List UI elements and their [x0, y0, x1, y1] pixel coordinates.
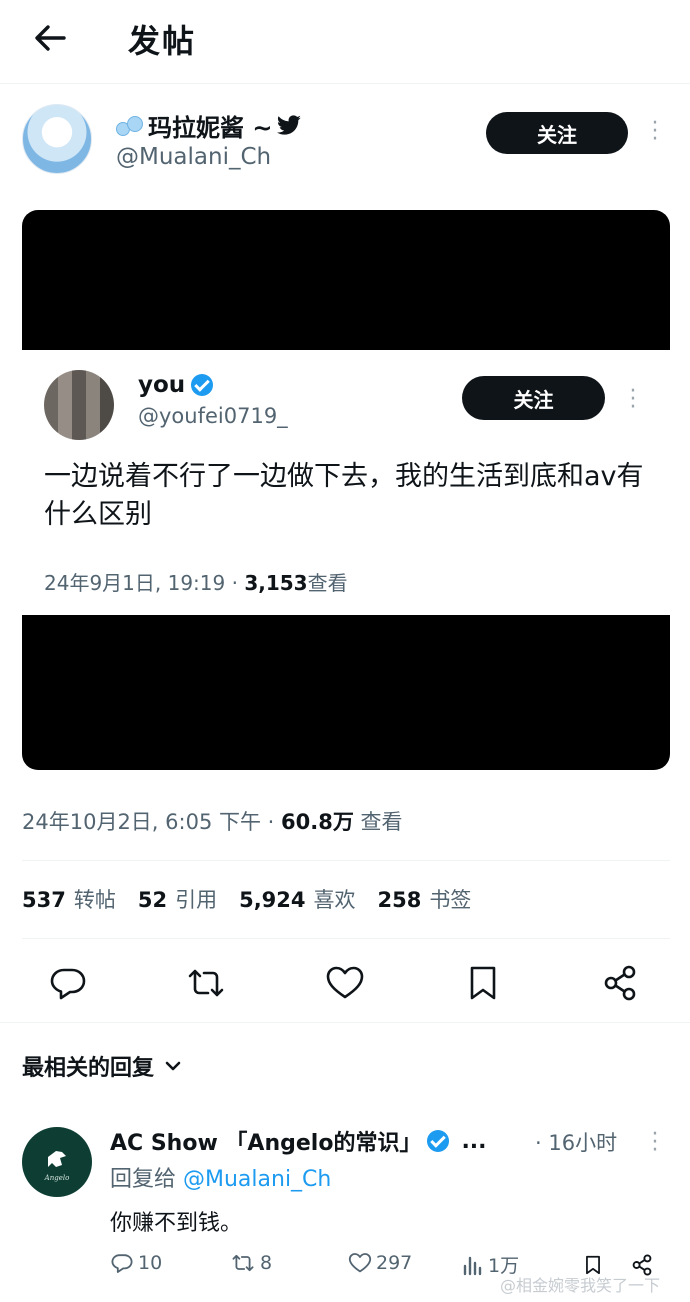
divider: [22, 860, 670, 861]
repost-icon[interactable]: [186, 963, 226, 1003]
embedded-follow-button: 关注: [462, 376, 605, 420]
bookmarks-stat[interactable]: 258 书签: [378, 884, 472, 914]
author-name-row[interactable]: 玛拉妮酱 ~: [116, 108, 302, 143]
page-title: 发帖: [128, 22, 197, 60]
like-icon[interactable]: [325, 963, 365, 1003]
repost-icon: [232, 1254, 254, 1272]
likes-label: 喜欢: [313, 888, 356, 912]
more-options-icon[interactable]: · · ·: [650, 113, 660, 151]
reply-time: · 16小时: [535, 1131, 618, 1155]
reply-more-icon[interactable]: · · ·: [650, 1124, 660, 1162]
divider: [0, 1022, 690, 1023]
chevron-down-icon: [165, 1061, 181, 1071]
reply-author-name: AC Show 「Angelo的常识」: [110, 1131, 422, 1156]
embedded-name: you: [138, 372, 186, 398]
reply-text: 你赚不到钱。: [110, 1211, 243, 1236]
reply-replies-count: 10: [138, 1252, 163, 1274]
follow-button[interactable]: 关注: [486, 112, 628, 154]
embedded-views-label: 查看: [307, 571, 348, 595]
reposts-count: 537: [22, 888, 66, 912]
reply-reposts-count: 8: [260, 1252, 273, 1274]
back-arrow-icon[interactable]: [30, 18, 70, 58]
embedded-date: 24年9月1日, 19:19 ·: [44, 571, 245, 595]
divider: [22, 938, 670, 939]
verified-badge-icon: [191, 374, 214, 396]
reply-likes-count: 297: [376, 1252, 413, 1274]
embedded-more-icon: · · ·: [629, 379, 637, 420]
bird-icon: [277, 114, 302, 135]
reply-to-prefix: 回复给: [110, 1167, 183, 1192]
embedded-name-row: you: [138, 372, 214, 398]
post-views-label: 查看: [353, 810, 403, 834]
reply-icon[interactable]: [48, 963, 88, 1003]
reply-reply-action[interactable]: 10: [110, 1251, 162, 1275]
reply-to-handle[interactable]: @Mualani_Ch: [183, 1167, 331, 1192]
author-handle[interactable]: @Mualani_Ch: [116, 144, 271, 170]
share-icon[interactable]: [600, 963, 640, 1003]
embedded-avatar: [44, 370, 114, 440]
watermark: @相金婉零我笑了一下: [500, 1276, 661, 1295]
post-views-count: 60.8万: [281, 810, 354, 834]
reply-avatar-text: Angelo: [44, 1174, 70, 1182]
replies-sort-dropdown[interactable]: 最相关的回复: [22, 1050, 182, 1082]
quotes-label: 引用: [175, 888, 218, 912]
avatar[interactable]: [22, 104, 92, 174]
reply-like-action[interactable]: 297: [348, 1251, 412, 1275]
reply-name-ellipsis: ...: [461, 1128, 487, 1154]
reposts-label: 转帖: [73, 888, 116, 912]
post-date: 24年10月2日, 6:05 下午 ·: [22, 810, 282, 834]
bubble-emoji-icon: [116, 114, 144, 138]
quotes-stat[interactable]: 52 引用: [138, 884, 217, 914]
bookmarks-label: 书签: [429, 888, 472, 912]
reply-to-line: 回复给 @Mualani_Ch: [110, 1161, 331, 1193]
reposts-stat[interactable]: 537 转帖: [22, 884, 116, 914]
verified-badge-icon: [427, 1130, 450, 1152]
post-timestamp: 24年10月2日, 6:05 下午 · 60.8万 查看: [22, 806, 403, 836]
bookmark-icon[interactable]: [463, 963, 503, 1003]
action-bar: [0, 955, 690, 1011]
reply-author-row[interactable]: AC Show 「Angelo的常识」 ...: [110, 1125, 487, 1157]
quotes-count: 52: [137, 888, 168, 912]
analytics-icon: [463, 1256, 482, 1275]
post-author: 玛拉妮酱 ~ @Mualani_Ch 关注 · · ·: [0, 98, 690, 188]
embedded-handle: @youfei0719_: [138, 404, 288, 428]
horse-logo-icon: Angelo: [44, 1151, 70, 1182]
reply-icon: [111, 1254, 133, 1273]
post-stats: 537 转帖 52 引用 5,924 喜欢 258 书签: [22, 884, 471, 914]
reply-repost-action[interactable]: 8: [230, 1251, 272, 1275]
post-image[interactable]: you @youfei0719_ 关注 · · · 一边说着不行了一边做下去，我的生…: [22, 210, 670, 770]
like-icon: [348, 1253, 372, 1273]
top-bar: 发帖: [0, 0, 690, 84]
likes-count: 5,924: [239, 888, 306, 912]
embedded-meta: 24年9月1日, 19:19 · 3,153查看: [44, 567, 348, 596]
bookmarks-count: 258: [377, 888, 422, 912]
embedded-text: 一边说着不行了一边做下去，我的生活到底和av有什么区别: [44, 461, 644, 530]
reply-avatar[interactable]: Angelo: [22, 1127, 92, 1197]
embedded-tweet-card: you @youfei0719_ 关注 · · · 一边说着不行了一边做下去，我的生…: [22, 350, 670, 615]
embedded-views-count: 3,153: [244, 571, 308, 595]
likes-stat[interactable]: 5,924 喜欢: [239, 884, 355, 914]
author-name: 玛拉妮酱 ~: [148, 114, 273, 142]
replies-sort-label: 最相关的回复: [22, 1056, 155, 1081]
